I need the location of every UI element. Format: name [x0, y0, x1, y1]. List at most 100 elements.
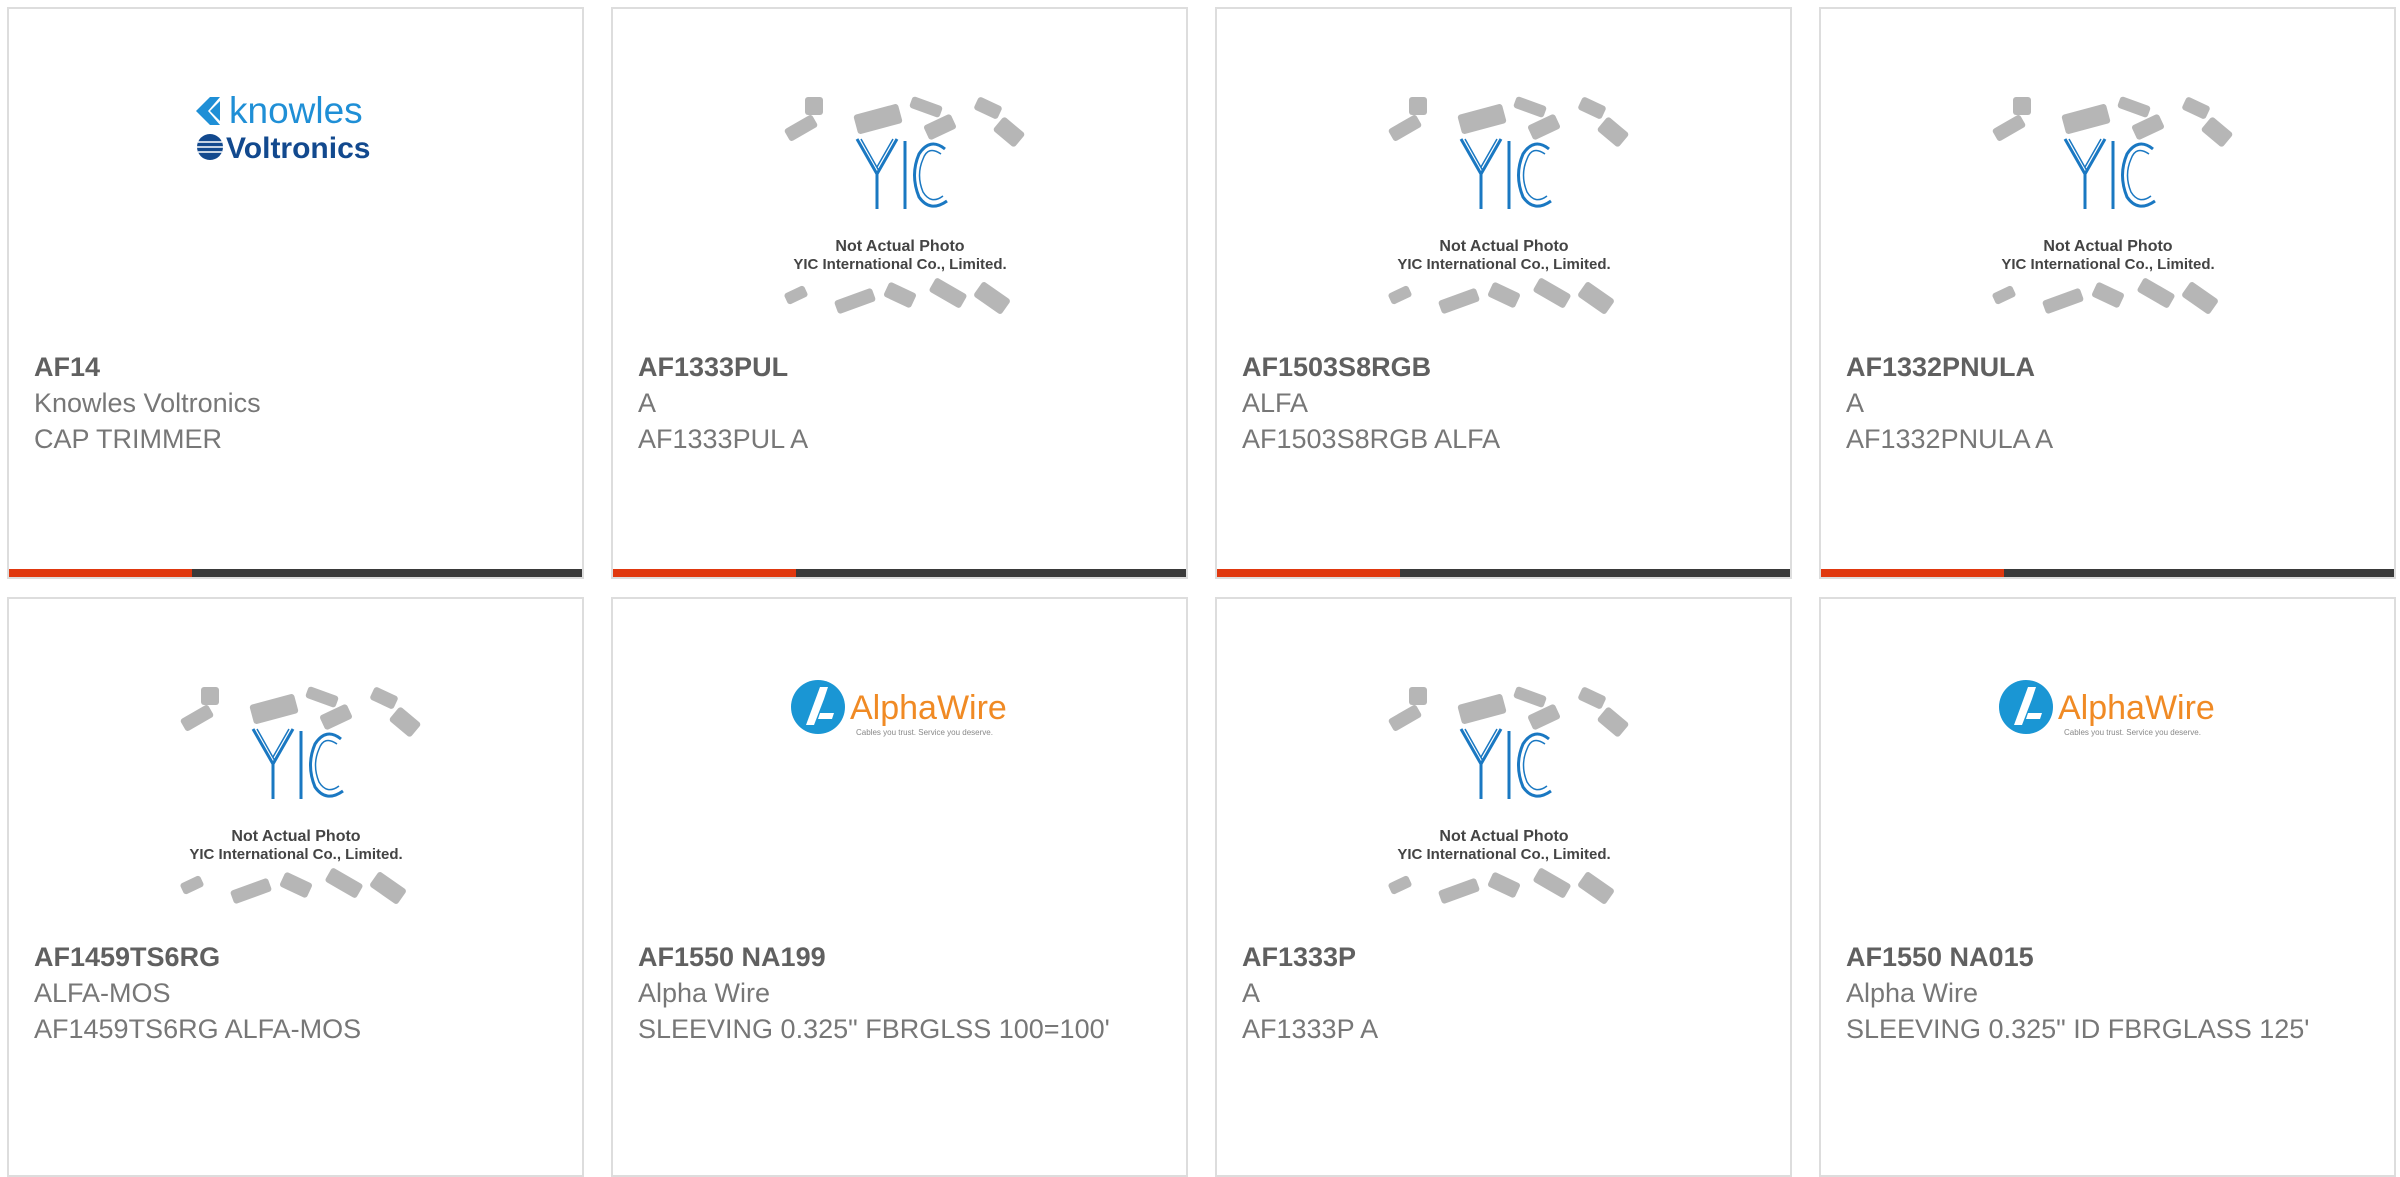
chip-shape — [973, 282, 1010, 314]
chip-shape — [2181, 97, 2210, 119]
product-grid: knowles Voltronics AF14 Knowles Voltroni… — [0, 0, 2400, 1177]
product-card[interactable]: Not Actual Photo YIC International Co., … — [611, 7, 1188, 579]
card-accent-bar — [9, 569, 582, 577]
svg-text:Not Actual Photo: Not Actual Photo — [835, 238, 964, 255]
description: AF1332PNULA A — [1846, 424, 2054, 454]
product-card[interactable]: knowles Voltronics AF14 Knowles Voltroni… — [7, 7, 584, 579]
chip-shape — [1457, 104, 1506, 134]
chip-shape — [1991, 285, 2016, 305]
chip-shape — [1513, 686, 1546, 708]
description: AF1333PUL A — [638, 424, 809, 454]
product-info: AF1550 NA015 Alpha Wire SLEEVING 0.325" … — [1846, 939, 2374, 1047]
chip-shape — [2131, 114, 2164, 140]
product-info: AF1332PNULA A AF1332PNULA A — [1846, 349, 2374, 457]
product-info: AF1459TS6RG ALFA-MOS AF1459TS6RG ALFA-MO… — [34, 939, 562, 1047]
chip-shape — [784, 115, 817, 141]
alphawire-logo: AlphaWire Cables you trust. Service you … — [790, 680, 1007, 737]
chip-shape — [1597, 707, 1628, 737]
product-card[interactable]: Not Actual Photo YIC International Co., … — [1215, 597, 1792, 1177]
part-number[interactable]: AF1550 NA015 — [1846, 939, 2374, 975]
description: CAP TRIMMER — [34, 424, 223, 454]
yic-logo — [251, 728, 344, 799]
product-info: AF1333P A AF1333P A — [1242, 939, 1770, 1047]
svg-text:YIC International Co., Limited: YIC International Co., Limited. — [2001, 256, 2214, 273]
product-image: Not Actual Photo YIC International Co., … — [1217, 79, 1790, 349]
product-card[interactable]: AlphaWire Cables you trust. Service you … — [1819, 597, 2396, 1177]
chip-shape — [305, 686, 338, 708]
chip-shape — [909, 96, 942, 118]
chip-shape — [834, 288, 875, 314]
yic-not-actual-photo-placeholder: Not Actual Photo YIC International Co., … — [1991, 96, 2232, 314]
svg-text:Not Actual Photo: Not Actual Photo — [231, 828, 360, 845]
part-number[interactable]: AF1332PNULA — [1846, 349, 2374, 385]
svg-text:YIC International Co., Limited: YIC International Co., Limited. — [793, 256, 1006, 273]
chip-shape — [1577, 282, 1614, 314]
logo-tagline: Cables you trust. Service you deserve. — [856, 728, 993, 737]
chip-shape — [883, 282, 916, 308]
product-card[interactable]: Not Actual Photo YIC International Co., … — [7, 597, 584, 1177]
card-accent-bar — [613, 569, 1186, 577]
chip-shape — [783, 285, 808, 305]
chip-shape — [1387, 875, 1412, 895]
chip-shape — [230, 878, 271, 904]
chip-shape — [279, 872, 312, 898]
product-image: AlphaWire Cables you trust. Service you … — [613, 669, 1186, 939]
chip-shape — [369, 872, 406, 904]
part-number[interactable]: AF1550 NA199 — [638, 939, 1166, 975]
part-number[interactable]: AF1459TS6RG — [34, 939, 562, 975]
chip-shape — [1487, 872, 1520, 898]
svg-text:Not Actual Photo: Not Actual Photo — [2043, 238, 2172, 255]
logo-text-secondary: Voltronics — [226, 132, 370, 165]
chip-shape — [973, 97, 1002, 119]
svg-text:YIC International Co., Limited: YIC International Co., Limited. — [189, 846, 402, 863]
chip-shape — [1513, 96, 1546, 118]
chip-shape — [1438, 878, 1479, 904]
product-image: Not Actual Photo YIC International Co., … — [1217, 669, 1790, 939]
part-number[interactable]: AF1333P — [1242, 939, 1770, 975]
chip-shape — [249, 694, 298, 724]
chip-shape — [1533, 278, 1570, 308]
product-card[interactable]: Not Actual Photo YIC International Co., … — [1819, 7, 2396, 579]
chip-shape — [200, 687, 219, 705]
product-card[interactable]: Not Actual Photo YIC International Co., … — [1215, 7, 1792, 579]
part-number[interactable]: AF1333PUL — [638, 349, 1166, 385]
chip-shape — [2042, 288, 2083, 314]
chip-shape — [1408, 97, 1427, 115]
chip-shape — [369, 687, 398, 709]
yic-not-actual-photo-placeholder: Not Actual Photo YIC International Co., … — [179, 686, 420, 904]
card-accent-bar — [1821, 569, 2394, 577]
chip-shape — [1487, 282, 1520, 308]
yic-logo — [1459, 138, 1552, 209]
part-number[interactable]: AF1503S8RGB — [1242, 349, 1770, 385]
yic-not-actual-photo-placeholder: Not Actual Photo YIC International Co., … — [1387, 686, 1628, 904]
chip-shape — [2117, 96, 2150, 118]
chip-shape — [2061, 104, 2110, 134]
description: AF1503S8RGB ALFA — [1242, 424, 1501, 454]
alphawire-logo: AlphaWire Cables you trust. Service you … — [1998, 680, 2214, 737]
chip-shape — [804, 97, 823, 115]
svg-text:YIC International Co., Limited: YIC International Co., Limited. — [1397, 256, 1610, 273]
product-info: AF14 Knowles Voltronics CAP TRIMMER — [34, 349, 562, 457]
chip-shape — [1577, 97, 1606, 119]
knowles-voltronics-logo: knowles Voltronics — [195, 90, 370, 165]
chip-shape — [325, 868, 362, 898]
chip-shape — [1527, 114, 1560, 140]
svg-text:YIC International Co., Limited: YIC International Co., Limited. — [1397, 846, 1610, 863]
chip-shape — [319, 704, 352, 730]
chip-shape — [1387, 285, 1412, 305]
chip-shape — [1577, 687, 1606, 709]
product-card[interactable]: AlphaWire Cables you trust. Service you … — [611, 597, 1188, 1177]
chip-shape — [1438, 288, 1479, 314]
manufacturer: A — [638, 388, 657, 418]
logo-text-primary: AlphaWire — [850, 689, 1007, 727]
product-image: AlphaWire Cables you trust. Service you … — [1821, 669, 2394, 939]
chip-shape — [2181, 282, 2218, 314]
yic-logo — [1459, 728, 1552, 799]
manufacturer: A — [1846, 388, 1865, 418]
chip-shape — [1388, 705, 1421, 731]
manufacturer: ALFA — [1242, 388, 1309, 418]
chip-shape — [923, 114, 956, 140]
part-number[interactable]: AF14 — [34, 349, 562, 385]
chip-shape — [179, 875, 204, 895]
chip-shape — [1457, 694, 1506, 724]
